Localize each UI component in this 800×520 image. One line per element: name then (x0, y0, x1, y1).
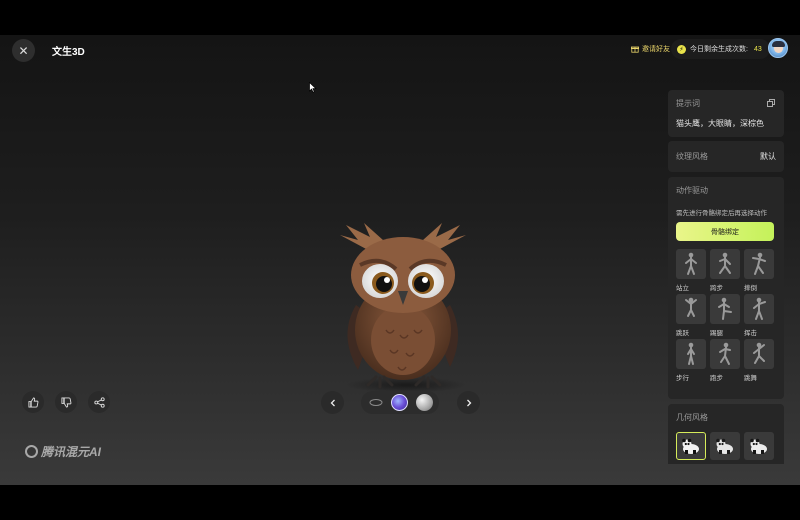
close-icon: ✕ (18, 43, 29, 58)
render-mode-white-model[interactable] (416, 394, 433, 411)
motion-item-stand[interactable]: 站立 (676, 249, 706, 292)
thumbs-down-icon (60, 396, 71, 408)
figure-icon (710, 294, 740, 324)
render-mode-textured[interactable] (391, 394, 408, 411)
geometry-option-3[interactable] (744, 432, 774, 460)
daily-quota-badge: ⚡ 今日剩余生成次数: 43 (671, 39, 770, 59)
user-avatar[interactable] (768, 38, 788, 58)
figure-icon (710, 249, 740, 279)
prompt-text: 猫头鹰，大眼睛，深棕色 (676, 119, 764, 128)
motion-item-fall[interactable]: 摔倒 (744, 249, 774, 292)
motion-item-dance[interactable]: 跳舞 (744, 339, 774, 382)
panda-icon (682, 438, 699, 454)
motion-label-jump: 跳跃 (676, 330, 689, 337)
motion-label-kick: 踢腿 (710, 330, 723, 337)
panda-icon (750, 438, 767, 454)
figure-icon (676, 339, 706, 369)
previous-button[interactable] (321, 391, 344, 414)
quota-label: 今日剩余生成次数: (690, 46, 748, 53)
geometry-style-panel: 几何风格 (668, 404, 784, 464)
motion-label-fall: 摔倒 (744, 285, 757, 292)
motion-label-walk: 步行 (676, 375, 689, 382)
share-button[interactable] (88, 391, 110, 413)
share-icon (93, 396, 105, 408)
motion-label: 动作驱动 (676, 186, 708, 195)
rotate-ring-icon (369, 399, 382, 406)
render-mode-switcher (361, 391, 439, 414)
motion-label-dance: 跳舞 (744, 375, 757, 382)
figure-icon (744, 294, 774, 324)
figure-icon (710, 339, 740, 369)
letterbox-bottom (0, 485, 800, 520)
mouse-cursor-icon (309, 82, 317, 93)
copy-icon[interactable] (767, 99, 775, 107)
motion-grid: 站立 跨步 摔倒 跳跃 踢腿 挥击 步行 跑步 跳舞 (676, 249, 776, 382)
texture-label: 纹理风格 (676, 152, 708, 161)
motion-label-run: 跑步 (710, 375, 723, 382)
next-button[interactable] (457, 391, 480, 414)
close-button[interactable]: ✕ (12, 39, 35, 62)
geometry-option-1[interactable] (676, 432, 706, 460)
page-title: 文生3D (52, 47, 85, 58)
dislike-button[interactable] (55, 391, 77, 413)
motion-label-stand: 站立 (676, 285, 689, 292)
motion-panel: 动作驱动 需先进行骨骼绑定后再选择动作 骨骼绑定 站立 跨步 摔倒 跳跃 踢腿 (668, 177, 784, 399)
quota-value: 43 (753, 45, 762, 53)
avatar-hair (772, 41, 785, 47)
geometry-options (676, 432, 776, 460)
thumbs-up-icon (27, 396, 38, 408)
motion-label-stride: 跨步 (710, 285, 723, 292)
owl-3d-model[interactable] (328, 195, 478, 395)
invite-friends-link[interactable]: 邀请好友 (631, 44, 670, 54)
prompt-label: 提示词 (676, 99, 700, 108)
geometry-option-2[interactable] (710, 432, 740, 460)
app-window: ✕ 文生3D 邀请好友 ⚡ 今日剩余生成次数: 43 腾讯混元AI 提示词 猫头… (0, 35, 800, 485)
hunyuan-watermark: 腾讯混元AI (25, 443, 101, 460)
figure-icon (676, 249, 706, 279)
gift-icon (631, 46, 639, 53)
prompt-panel: 提示词 猫头鹰，大眼睛，深棕色 (668, 90, 784, 137)
geometry-label: 几何风格 (676, 413, 708, 422)
figure-icon (676, 294, 706, 324)
motion-hint: 需先进行骨骼绑定后再选择动作 (676, 210, 767, 217)
chevron-right-icon (466, 399, 471, 406)
render-mode-wireframe[interactable] (367, 394, 384, 411)
lightning-icon: ⚡ (677, 44, 686, 54)
chevron-left-icon (330, 399, 335, 406)
figure-icon (744, 339, 774, 369)
texture-style-row[interactable]: 纹理风格 默认 (668, 141, 784, 172)
watermark-text: 腾讯混元AI (41, 445, 102, 459)
like-button[interactable] (22, 391, 44, 413)
texture-value: 默认 (760, 152, 776, 161)
hunyuan-logo-icon (25, 445, 38, 458)
motion-item-kick[interactable]: 踢腿 (710, 294, 740, 337)
figure-icon (744, 249, 774, 279)
motion-item-walk[interactable]: 步行 (676, 339, 706, 382)
motion-item-strike[interactable]: 挥击 (744, 294, 774, 337)
invite-label: 邀请好友 (642, 46, 670, 53)
panda-icon (716, 438, 733, 454)
motion-item-jump[interactable]: 跳跃 (676, 294, 706, 337)
motion-item-stride[interactable]: 跨步 (710, 249, 740, 292)
motion-item-run[interactable]: 跑步 (710, 339, 740, 382)
letterbox-top (0, 0, 800, 35)
motion-label-strike: 挥击 (744, 330, 757, 337)
skeleton-binding-button[interactable]: 骨骼绑定 (676, 222, 774, 241)
